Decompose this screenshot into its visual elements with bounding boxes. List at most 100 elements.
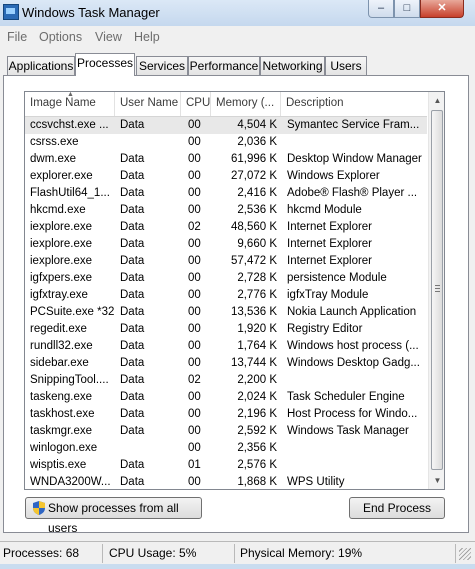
table-row[interactable]: SnippingTool.... Data 02 2,200 K [25,372,427,389]
cell-name: igfxpers.exe [30,272,93,284]
cell-memory: 2,536 K [237,204,277,216]
table-row[interactable]: igfxpers.exe Data 00 2,728 K persistence Mod… [25,270,427,287]
cell-user: Data [120,306,145,318]
cell-cpu: 00 [188,323,201,335]
cell-user: Data [120,323,145,335]
cell-name: sidebar.exe [30,357,89,369]
cell-user: Data [120,357,145,369]
table-row[interactable]: iexplore.exe Data 00 9,660 K Internet Explor… [25,236,427,253]
cell-memory: 2,356 K [237,442,277,454]
cell-user: Data [120,221,145,233]
cell-name: rundll32.exe [30,340,93,352]
cell-memory: 1,920 K [237,323,277,335]
table-row[interactable]: igfxtray.exe Data 00 2,776 K igfxTray Module [25,287,427,304]
cell-name: regedit.exe [30,323,87,335]
table-row[interactable]: iexplore.exe Data 02 48,560 K Internet Explo… [25,219,427,236]
table-row[interactable]: hkcmd.exe Data 00 2,536 K hkcmd Module [25,202,427,219]
resize-grip-icon[interactable] [459,548,471,560]
title-bar[interactable]: Windows Task Manager – □ ✕ [0,0,475,26]
cell-memory: 61,996 K [230,153,277,165]
close-button[interactable]: ✕ [420,0,464,18]
end-process-button[interactable]: End Process [349,497,445,519]
cell-description: Internet Explorer [287,255,373,267]
table-row[interactable]: rundll32.exe Data 00 1,764 K Windows host pr… [25,338,427,355]
table-row[interactable]: iexplore.exe Data 00 57,472 K Internet Explo… [25,253,427,270]
minimize-button[interactable]: – [368,0,394,18]
column-header-image-name[interactable]: ▲ Image Name [25,92,115,116]
cell-description: hkcmd Module [287,204,362,216]
maximize-button[interactable]: □ [394,0,420,18]
cell-name: taskeng.exe [30,391,93,403]
cell-name: csrss.exe [30,136,79,148]
process-list[interactable]: ▲ Image Name User Name CPU Memory (... D… [24,91,445,490]
cell-name: SnippingTool.... [30,374,109,386]
cell-cpu: 00 [188,306,201,318]
menu-options[interactable]: Options [39,30,82,44]
tab-users[interactable]: Users [325,56,367,75]
table-row[interactable]: sidebar.exe Data 00 13,744 K Windows Desktop… [25,355,427,372]
cell-user: Data [120,425,145,437]
cell-cpu: 00 [188,272,201,284]
vertical-scrollbar[interactable]: ▲ ▼ [428,92,444,489]
cell-description: Host Process for Windo... [287,408,418,420]
cell-cpu: 00 [188,136,201,148]
show-all-users-button[interactable]: Show processes from all users [25,497,202,535]
tab-networking[interactable]: Networking [260,56,325,75]
cell-user: Data [120,272,145,284]
tab-processes[interactable]: Processes [75,53,135,76]
cell-cpu: 00 [188,425,201,437]
cell-memory: 2,200 K [237,374,277,386]
table-row[interactable]: explorer.exe Data 00 27,072 K Windows Explor… [25,168,427,185]
table-row[interactable]: WNDA3200W... Data 00 1,868 K WPS Utility [25,474,427,489]
cell-name: igfxtray.exe [30,289,88,301]
cell-name: iexplore.exe [30,238,93,250]
column-header-memory[interactable]: Memory (... [211,92,281,116]
window-title: Windows Task Manager [22,5,160,20]
table-row[interactable]: winlogon.exe 00 2,356 K [25,440,427,457]
status-processes: Processes: 68 [3,546,80,560]
table-row[interactable]: taskeng.exe Data 00 2,024 K Task Scheduler E… [25,389,427,406]
status-physical-memory: Physical Memory: 19% [240,546,363,560]
status-cpu-usage: CPU Usage: 5% [109,546,197,560]
table-row[interactable]: taskhost.exe Data 00 2,196 K Host Process fo… [25,406,427,423]
cell-memory: 13,744 K [230,357,277,369]
scroll-up-icon[interactable]: ▲ [429,92,444,109]
cell-cpu: 00 [188,238,201,250]
menu-help[interactable]: Help [134,30,160,44]
uac-shield-icon [33,501,45,515]
cell-user: Data [120,340,145,352]
cell-memory: 2,416 K [237,187,277,199]
tab-applications[interactable]: Applications [7,56,75,75]
menu-file[interactable]: File [7,30,27,44]
tab-performance[interactable]: Performance [188,56,260,75]
menu-view[interactable]: View [95,30,122,44]
table-row[interactable]: regedit.exe Data 00 1,920 K Registry Editor [25,321,427,338]
table-row[interactable]: wisptis.exe Data 01 2,576 K [25,457,427,474]
table-row[interactable]: PCSuite.exe *32 Data 00 13,536 K Nokia Launc… [25,304,427,321]
cell-description: Nokia Launch Application [287,306,417,318]
cell-user: Data [120,374,145,386]
cell-description: Windows Explorer [287,170,380,182]
cell-memory: 2,036 K [237,136,277,148]
cell-memory: 13,536 K [230,306,277,318]
cell-user: Data [120,204,145,216]
column-header-cpu[interactable]: CPU [181,92,211,116]
scroll-down-icon[interactable]: ▼ [429,472,444,489]
column-header-description[interactable]: Description [281,92,427,116]
table-row[interactable]: ccsvchst.exe ... Data 00 4,504 K Symantec Se… [25,117,427,134]
cell-user: Data [120,459,145,471]
column-header-user-name[interactable]: User Name [115,92,181,116]
cell-description: persistence Module [287,272,387,284]
scroll-thumb[interactable] [431,110,443,470]
table-row[interactable]: FlashUtil64_1... Data 00 2,416 K Adobe® Flas… [25,185,427,202]
table-row[interactable]: taskmgr.exe Data 00 2,592 K Windows Task Man… [25,423,427,440]
cell-name: taskhost.exe [30,408,95,420]
tab-services[interactable]: Services [136,56,188,75]
cell-cpu: 00 [188,357,201,369]
cell-name: PCSuite.exe *32 [30,306,115,318]
cell-name: WNDA3200W... [30,476,111,488]
menu-bar: File Options View Help [0,26,475,48]
table-row[interactable]: dwm.exe Data 00 61,996 K Desktop Window Mana… [25,151,427,168]
cell-name: ccsvchst.exe ... [30,119,109,131]
table-row[interactable]: csrss.exe 00 2,036 K [25,134,427,151]
